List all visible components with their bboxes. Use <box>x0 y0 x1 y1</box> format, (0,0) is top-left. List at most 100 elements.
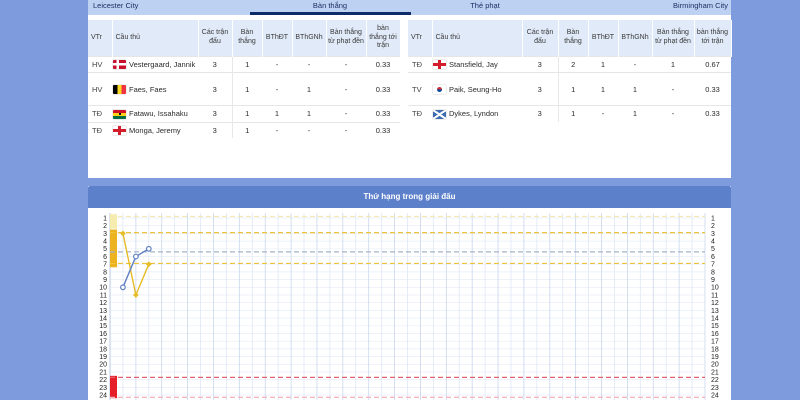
goals-value: 1 <box>232 73 262 106</box>
goals-value: 1 <box>232 106 262 122</box>
chart-title: Thứ hạng trong giải đấu <box>88 186 731 208</box>
flag-denmark-icon <box>113 60 126 69</box>
player-cell[interactable]: Fatawu, Issahaku <box>112 106 198 122</box>
flag-england-icon <box>433 60 446 69</box>
svg-text:12: 12 <box>711 300 719 307</box>
player-cell[interactable]: Vestergaard, Jannik <box>112 57 198 73</box>
player-name: Dykes, Lyndon <box>449 109 521 118</box>
goals-per-match-value: 0.33 <box>694 73 731 106</box>
svg-text:18: 18 <box>711 346 719 353</box>
svg-text:11: 11 <box>100 292 107 299</box>
col-bthdt: BThĐT <box>588 20 618 57</box>
penalty-goals-value: - <box>652 73 694 106</box>
svg-text:3: 3 <box>103 231 107 238</box>
svg-text:10: 10 <box>711 285 719 292</box>
svg-text:9: 9 <box>103 277 107 284</box>
player-cell[interactable]: Paik, Seung-Ho <box>432 73 522 106</box>
player-cell[interactable]: Faes, Faes <box>112 73 198 106</box>
player-cell[interactable]: Monga, Jeremy <box>112 122 198 138</box>
col-player: Cầu thủ <box>432 20 522 57</box>
rank-chart: 1122334455667788991010111112121313141415… <box>88 208 731 400</box>
goals-per-match-value: 0.33 <box>694 106 731 122</box>
table-row: TĐ Stansfield, Jay 3 2 1 - 1 0.67 <box>408 57 731 73</box>
svg-text:21: 21 <box>711 369 719 376</box>
goals-per-match-value: 0.33 <box>366 122 400 138</box>
matches-value: 3 <box>198 73 232 106</box>
bthgnh-value: 1 <box>618 106 652 122</box>
position-label: TĐ <box>408 106 432 122</box>
away-team-goals-table: VTr Cầu thủ Các trận đấu Bàn thắng BThĐT… <box>408 20 732 122</box>
goals-per-match-value: 0.33 <box>366 57 400 73</box>
matches-value: 3 <box>522 57 558 73</box>
position-label: HV <box>88 57 112 73</box>
svg-text:23: 23 <box>711 385 719 392</box>
penalty-goals-value: - <box>326 73 366 106</box>
svg-text:14: 14 <box>99 316 107 323</box>
player-name: Monga, Jeremy <box>129 126 197 135</box>
col-goals: Bàn thắng <box>558 20 588 57</box>
goals-value: 2 <box>558 57 588 73</box>
bthdt-value: - <box>262 73 292 106</box>
table-header-row: VTr Cầu thủ Các trận đấu Bàn thắng BThĐT… <box>88 20 400 57</box>
col-player: Cầu thủ <box>112 20 198 57</box>
player-cell[interactable]: Dykes, Lyndon <box>432 106 522 122</box>
player-name: Stansfield, Jay <box>449 60 521 69</box>
svg-text:18: 18 <box>99 346 107 353</box>
position-label: TĐ <box>408 57 432 73</box>
svg-text:17: 17 <box>711 339 719 346</box>
matches-value: 3 <box>198 106 232 122</box>
position-label: TĐ <box>88 122 112 138</box>
bthdt-value: - <box>262 57 292 73</box>
matches-value: 3 <box>522 106 558 122</box>
svg-text:6: 6 <box>711 254 715 261</box>
svg-text:16: 16 <box>99 331 107 338</box>
player-cell[interactable]: Stansfield, Jay <box>432 57 522 73</box>
tab-cards[interactable]: Thẻ phạt <box>470 1 500 10</box>
goals-value: 1 <box>558 73 588 106</box>
bthdt-value: - <box>588 106 618 122</box>
svg-text:8: 8 <box>103 269 107 276</box>
svg-text:2: 2 <box>103 223 107 230</box>
table-row: TĐ Fatawu, Issahaku 3 1 1 1 - 0.33 <box>88 106 400 122</box>
penalty-goals-value: - <box>326 106 366 122</box>
player-stats-panel: VTr Cầu thủ Các trận đấu Bàn thắng BThĐT… <box>88 15 731 178</box>
matches-value: 3 <box>522 73 558 106</box>
penalty-goals-value: - <box>326 57 366 73</box>
home-team-link[interactable]: Leicester City <box>93 1 138 10</box>
goals-per-match-value: 0.33 <box>366 106 400 122</box>
col-matches: Các trận đấu <box>522 20 558 57</box>
position-label: TV <box>408 73 432 106</box>
player-name: Paik, Seung-Ho <box>449 85 521 94</box>
svg-text:12: 12 <box>99 300 107 307</box>
col-matches: Các trận đấu <box>198 20 232 57</box>
svg-text:5: 5 <box>103 246 107 253</box>
bthdt-value: - <box>262 122 292 138</box>
penalty-goals-value: - <box>326 122 366 138</box>
svg-text:20: 20 <box>711 362 719 369</box>
bthgnh-value: 1 <box>292 73 326 106</box>
player-name: Fatawu, Issahaku <box>129 109 197 118</box>
player-name: Faes, Faes <box>129 85 197 94</box>
table-row: HV Vestergaard, Jannik 3 1 - - - 0.33 <box>88 57 400 73</box>
svg-text:13: 13 <box>711 308 719 315</box>
svg-text:24: 24 <box>99 393 107 400</box>
penalty-goals-value: - <box>652 106 694 122</box>
matches-value: 3 <box>198 57 232 73</box>
svg-text:4: 4 <box>103 239 107 246</box>
svg-text:17: 17 <box>99 339 107 346</box>
away-team-link[interactable]: Birmingham City <box>673 1 728 10</box>
tab-goals[interactable]: Bàn thắng <box>313 1 347 10</box>
position-label: TĐ <box>88 106 112 122</box>
svg-text:4: 4 <box>711 239 715 246</box>
table-header-row: VTr Cầu thủ Các trận đấu Bàn thắng BThĐT… <box>408 20 731 57</box>
svg-text:15: 15 <box>711 323 719 330</box>
svg-text:19: 19 <box>711 354 719 361</box>
goals-value: 1 <box>558 106 588 122</box>
col-bthgnh: BThGNh <box>292 20 326 57</box>
bthdt-value: 1 <box>262 106 292 122</box>
svg-text:14: 14 <box>711 316 719 323</box>
svg-text:1: 1 <box>103 215 107 222</box>
svg-text:15: 15 <box>99 323 107 330</box>
svg-text:3: 3 <box>711 231 715 238</box>
svg-text:2: 2 <box>711 223 715 230</box>
